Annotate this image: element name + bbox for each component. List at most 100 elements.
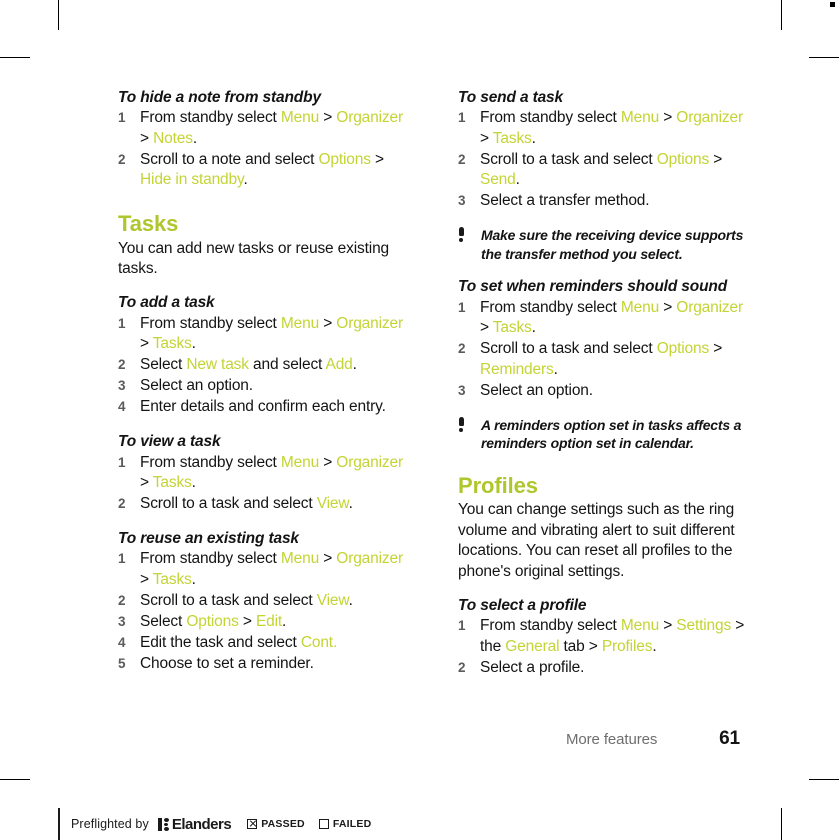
procedure-steps: 1 From standby select Menu > Organizer > … [458, 298, 746, 401]
step-number: 1 [118, 110, 126, 126]
step-number: 1 [118, 551, 126, 567]
gui-term: Tasks [492, 129, 532, 147]
procedure-steps: 1 From standby select Menu > Organizer > … [118, 108, 406, 190]
step-text: . [553, 360, 558, 378]
step-text: . [348, 591, 353, 609]
step-text: > [319, 550, 337, 568]
step-number: 4 [118, 634, 126, 650]
step-number: 3 [118, 378, 126, 394]
gui-term: Edit [255, 612, 283, 630]
step-item: 2 Select a profile. [458, 658, 746, 678]
step-text: > [319, 453, 337, 471]
step-number: 2 [118, 357, 126, 373]
procedure-heading: To view a task [118, 433, 221, 451]
gui-term: Send [480, 171, 516, 189]
step-text: From standby select [480, 109, 621, 127]
step-text: tab > [559, 637, 602, 655]
gui-term: Menu [280, 453, 320, 471]
step-item: 5 Choose to set a reminder. [118, 654, 406, 674]
step-text: > [238, 612, 256, 630]
gui-term: Options [656, 150, 710, 168]
gui-term: Tasks [152, 474, 192, 492]
step-text: . [531, 129, 536, 147]
section-heading: Tasks [118, 211, 179, 237]
tip-text: Make sure the receiving device supports … [481, 227, 744, 262]
elanders-mark-icon [157, 817, 169, 831]
exclamation-icon [458, 227, 466, 243]
step-item: 3 Select Options > Edit. [118, 612, 406, 632]
step-number: 2 [118, 592, 126, 608]
step-text: > [659, 617, 677, 635]
procedure-heading: To hide a note from standby [118, 89, 321, 106]
step-number: 1 [458, 618, 466, 634]
step-number: 2 [458, 341, 466, 357]
step-text: > [480, 319, 493, 337]
step-text: Enter details and confirm each entry. [140, 398, 386, 416]
tip-text: A reminders option set in tasks affects … [481, 416, 742, 452]
preflight-bar: Preflighted by Elanders PASSED FAILED [58, 808, 371, 840]
step-text: Select an option. [140, 377, 253, 395]
step-text: Select [140, 356, 187, 374]
step-text: Scroll to a task and select [140, 495, 317, 513]
step-text: Select a transfer method. [480, 192, 650, 210]
preflight-passed-status: PASSED [247, 818, 305, 830]
elanders-brand-label: Elanders [171, 815, 232, 833]
step-text: > [140, 335, 153, 353]
step-item: 4 Enter details and confirm each entry. [118, 397, 406, 417]
step-item: 1 From standby select Menu > Organizer > … [118, 314, 406, 355]
gui-term: Organizer [676, 109, 743, 127]
gui-term: Settings [676, 617, 732, 635]
gui-term: Organizer [336, 550, 403, 568]
step-text: > [709, 340, 723, 358]
step-text: > [480, 129, 493, 147]
page-number: 61 [719, 728, 740, 749]
gui-term: View [316, 495, 349, 513]
gui-term: Add [325, 356, 353, 374]
step-text: Scroll to a task and select [480, 340, 657, 358]
checkbox-empty-icon [318, 819, 329, 829]
gui-term: Menu [620, 109, 660, 127]
gui-term: Cont. [300, 633, 338, 651]
preflight-prefix-label: Preflighted by [71, 817, 149, 831]
step-text: . [192, 129, 197, 147]
step-number: 1 [458, 299, 466, 315]
step-item: 2 Scroll to a task and select View. [118, 494, 406, 514]
step-number: 2 [118, 151, 126, 167]
step-text: > [140, 570, 153, 588]
step-text: From standby select [140, 453, 281, 471]
step-number: 3 [458, 382, 466, 398]
gui-term: Organizer [336, 109, 403, 127]
step-text: . [348, 495, 353, 513]
step-item: 3 Select a transfer method. [458, 191, 746, 211]
procedure-steps: 1 From standby select Menu > Organizer > … [118, 314, 406, 418]
step-text: > [140, 129, 154, 147]
step-text: . [282, 612, 287, 630]
step-text: > [319, 109, 337, 127]
gui-term: Menu [620, 617, 660, 635]
manual-page: To hide a note from standby 1 From standby… [0, 0, 839, 840]
step-text: From standby select [140, 550, 281, 568]
procedure-steps: 1 From standby select Menu > Organizer > … [458, 108, 746, 211]
gui-term: Organizer [336, 453, 403, 471]
step-item: 1 From standby select Menu > Organizer > … [458, 298, 746, 339]
step-number: 1 [458, 110, 466, 126]
step-text: From standby select [140, 314, 281, 332]
step-text: > [319, 314, 337, 332]
footer-section-title: More features [566, 731, 658, 748]
step-text: Scroll to a task and select [140, 591, 317, 609]
page-footer: More features 61 [566, 728, 740, 749]
tip-note: Make sure the receiving device supports … [458, 226, 746, 263]
step-text: and select [248, 356, 326, 374]
body-paragraph: You can change settings such as the ring… [458, 501, 735, 580]
procedure-heading: To reuse an existing task [118, 530, 299, 547]
step-item: 1 From standby select Menu > Organizer > … [118, 108, 406, 149]
gui-term: Organizer [676, 298, 743, 316]
step-number: 4 [118, 399, 126, 415]
gui-term: Reminders [480, 360, 554, 378]
gui-term: Profiles [601, 637, 653, 655]
procedure-heading: To select a profile [458, 596, 587, 614]
gui-term: Options [186, 612, 239, 630]
step-text: > [709, 150, 723, 168]
step-text: Select a profile. [480, 658, 585, 676]
procedure-steps: 1 From standby select Menu > Organizer > … [118, 549, 406, 674]
